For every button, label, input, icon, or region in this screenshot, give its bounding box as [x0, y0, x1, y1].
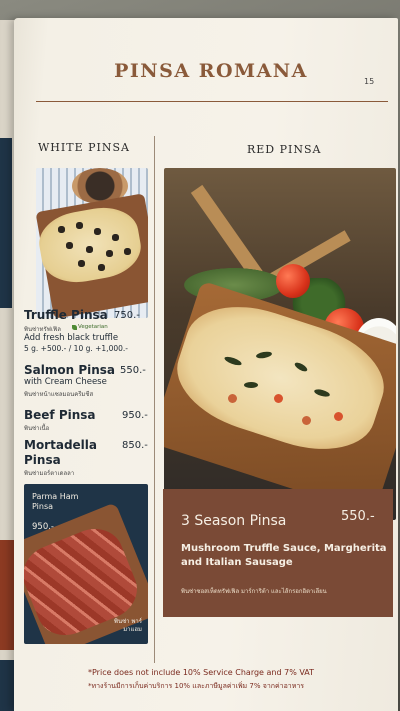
footnote-thai: *ทางร้านมีการเก็บค่าบริการ 10% และภาษีมู… — [88, 682, 305, 690]
mortadella-pinsa-price: 850.- — [122, 440, 148, 451]
previous-page-photo — [0, 138, 12, 308]
salmon-pinsa-name: Salmon Pinsa — [24, 363, 116, 377]
truffle-addon-prices: 5 g. +500.- / 10 g. +1,000.- — [24, 344, 128, 353]
truffle-addon-label: Add fresh black truffle — [24, 333, 119, 343]
parma-ham-price: 950.- — [32, 522, 54, 532]
tomato — [276, 264, 310, 298]
beef-pinsa-name: Beef Pinsa — [24, 408, 96, 422]
previous-page-photo — [0, 540, 14, 650]
previous-page-photo — [0, 660, 14, 711]
truffle-pinsa-photo — [36, 168, 148, 318]
footnote-english: *Price does not include 10% Service Char… — [88, 668, 315, 677]
parma-ham-thai: พินซ่า พาร์มาแฮม — [114, 618, 142, 633]
three-season-description: Mushroom Truffle Sauce, Margherita and I… — [181, 543, 387, 568]
page-number: 15 — [364, 77, 375, 86]
menu-title: PINSA ROMANA — [114, 60, 308, 82]
salmon-pinsa-subtitle: with Cream Cheese — [24, 377, 107, 387]
three-season-pinsa-photo — [164, 168, 396, 520]
red-pinsa-heading: RED PINSA — [247, 143, 322, 156]
truffle-pinsa-price: 750.- — [114, 310, 140, 321]
mortadella-pinsa-thai: พินซ่ามอร์ตาเดลลา — [24, 470, 75, 477]
beef-pinsa-price: 950.- — [122, 410, 148, 421]
vegetarian-badge: Vegetarian — [72, 324, 108, 330]
column-divider — [154, 136, 155, 663]
white-pinsa-heading: WHITE PINSA — [38, 141, 130, 154]
three-season-price: 550.- — [341, 509, 375, 524]
three-season-thai: พินซ่าซอสเห็ดทรัฟเฟิล มาร์การิต้า และไส้… — [181, 588, 327, 595]
mortadella-pinsa-name: Mortadella — [24, 438, 97, 452]
three-season-name: 3 Season Pinsa — [181, 513, 287, 529]
title-rule — [36, 101, 388, 102]
salmon-pinsa-price: 550.- — [120, 365, 146, 376]
parma-ham-name: Parma Ham Pinsa — [32, 492, 79, 511]
three-season-card: 3 Season Pinsa 550.- Mushroom Truffle Sa… — [163, 489, 393, 617]
parma-ham-card: Parma Ham Pinsa 950.- พินซ่า พาร์มาแฮม — [24, 484, 148, 644]
beef-pinsa-thai: พินซ่าเนื้อ — [24, 425, 50, 432]
salmon-pinsa-thai: พินซ่าหน้าแซลมอนครีมชีส — [24, 391, 94, 398]
mortadella-pinsa-name-line2: Pinsa — [24, 453, 61, 467]
leaf-icon — [72, 324, 77, 330]
menu-page: PINSA ROMANA 15 WHITE PINSA RED PINSA Tr… — [14, 18, 398, 711]
vegetarian-label: Vegetarian — [78, 324, 108, 330]
truffle-pinsa-name: Truffle Pinsa — [24, 308, 108, 322]
